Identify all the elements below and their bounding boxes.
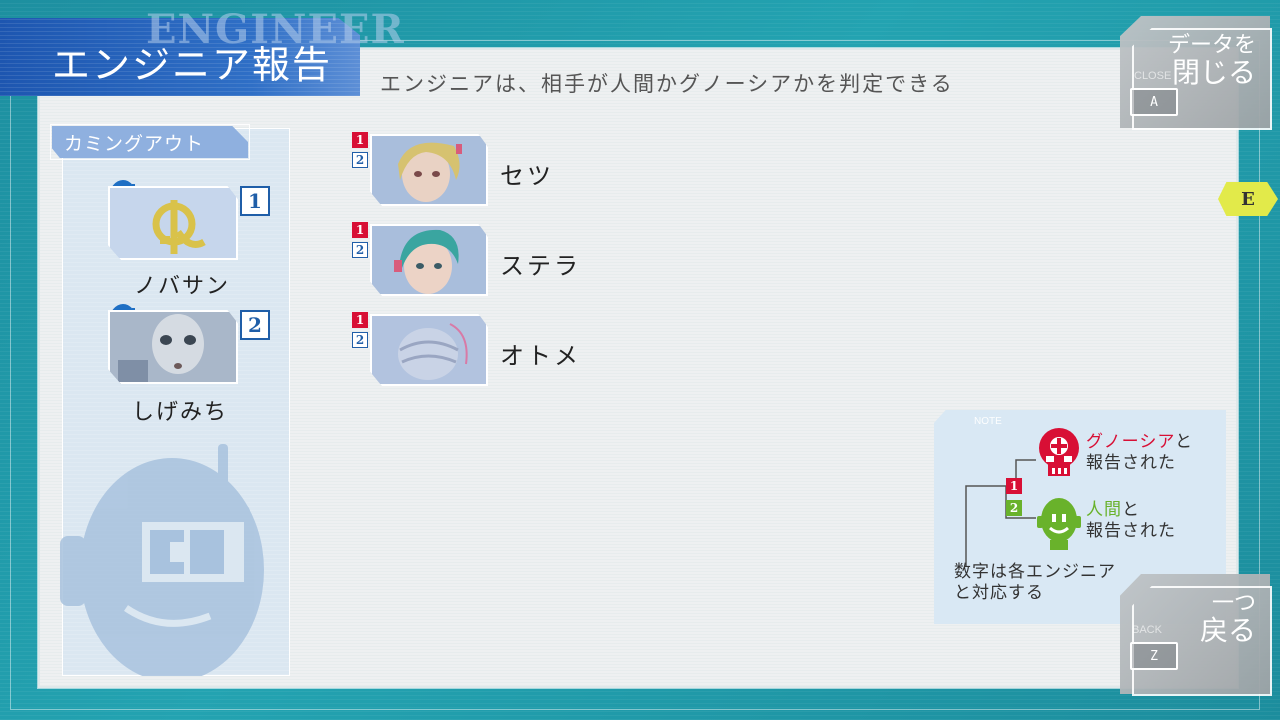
- back-key: Z: [1130, 642, 1178, 670]
- gnosia-skull-icon: [1039, 428, 1079, 476]
- human-report-mark: 2: [352, 242, 368, 258]
- engineer-number-badge: 2: [240, 310, 270, 340]
- human-report-mark: 2: [352, 332, 368, 348]
- human-report-mark: 2: [1006, 500, 1022, 516]
- engineer-portrait-nobasan[interactable]: [108, 186, 238, 260]
- back-label-line2: 戻る: [1199, 614, 1256, 648]
- back-label-line1: 一つ: [1211, 591, 1256, 616]
- engineer-number-badge: 1: [240, 186, 270, 216]
- engineer-name: ノバサン: [134, 274, 231, 299]
- close-label-line1: データを: [1167, 33, 1256, 58]
- target-name: オトメ: [500, 342, 581, 370]
- engineer-portrait-shigemichi[interactable]: [108, 310, 238, 384]
- page-title: エンジニア報告: [52, 45, 333, 87]
- legend-footer-text: 数字は各エンジニア と対応する: [954, 562, 1116, 604]
- target-portrait-setsu[interactable]: [370, 134, 488, 206]
- close-data-button[interactable]: CLOSE データを 閉じる A: [1120, 16, 1272, 130]
- engineer-tab[interactable]: E: [1218, 182, 1278, 216]
- legend-gnosia-text: グノーシアと 報告された: [1086, 432, 1193, 474]
- target-name: ステラ: [500, 252, 581, 280]
- gnosia-report-mark: 1: [352, 132, 368, 148]
- target-name: セツ: [500, 162, 554, 190]
- close-small-label: CLOSE: [1134, 70, 1172, 82]
- back-small-label: BACK: [1132, 624, 1162, 636]
- page-subtitle: エンジニアは、相手が人間かグノーシアかを判定できる: [380, 72, 954, 96]
- human-report-mark: 2: [352, 152, 368, 168]
- close-key: A: [1130, 88, 1178, 116]
- gnosia-report-mark: 1: [352, 312, 368, 328]
- legend-human-text: 人間と 報告された: [1086, 500, 1176, 542]
- gnosia-report-mark: 1: [1006, 478, 1022, 494]
- engineer-name: しげみち: [132, 400, 229, 425]
- target-portrait-stella[interactable]: [370, 224, 488, 296]
- target-portrait-otome[interactable]: [370, 314, 488, 386]
- coming-out-label: カミングアウト: [52, 126, 248, 158]
- close-label-line2: 閉じる: [1171, 56, 1256, 90]
- engineer-silhouette-icon: [60, 444, 264, 676]
- gnosia-report-mark: 1: [352, 222, 368, 238]
- human-face-icon: [1037, 498, 1081, 550]
- back-button[interactable]: BACK 一つ 戻る Z: [1120, 574, 1272, 696]
